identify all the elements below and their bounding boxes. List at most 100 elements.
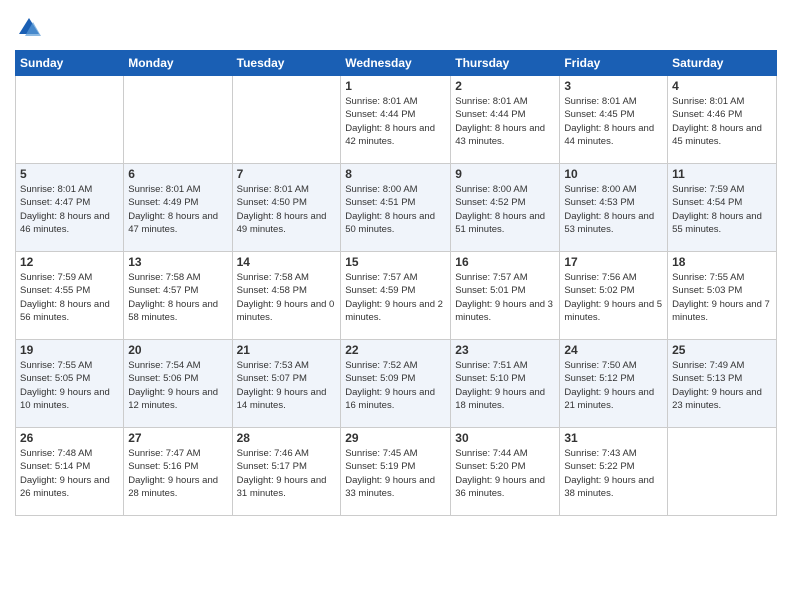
- day-cell: 18Sunrise: 7:55 AM Sunset: 5:03 PM Dayli…: [668, 252, 777, 340]
- day-header-friday: Friday: [560, 51, 668, 76]
- day-cell: 9 Sunrise: 8:00 AM Sunset: 4:52 PM Daylig…: [451, 164, 560, 252]
- day-cell: 28 Sunrise: 7:46 AM Sunset: 5:17 PM Dayli…: [232, 428, 341, 516]
- week-row-1: 1 Sunrise: 8:01 AM Sunset: 4:44 PM Daylig…: [16, 76, 777, 164]
- day-cell: 19 Sunrise: 7:55 AM Sunset: 5:05 PM Dayli…: [16, 340, 124, 428]
- day-cell: 14Sunrise: 7:58 AM Sunset: 4:58 PM Dayli…: [232, 252, 341, 340]
- day-header-monday: Monday: [124, 51, 232, 76]
- day-cell: 1 Sunrise: 8:01 AM Sunset: 4:44 PM Daylig…: [341, 76, 451, 164]
- day-cell: 26 Sunrise: 7:48 AM Sunset: 5:14 PM Dayli…: [16, 428, 124, 516]
- day-header-sunday: Sunday: [16, 51, 124, 76]
- day-cell: 2 Sunrise: 8:01 AM Sunset: 4:44 PM Daylig…: [451, 76, 560, 164]
- day-cell: [668, 428, 777, 516]
- day-number: 1: [345, 79, 446, 93]
- day-number: 9: [455, 167, 555, 181]
- day-info: Sunrise: 8:01 AM Sunset: 4:44 PM Dayligh…: [345, 95, 446, 148]
- day-info: Sunrise: 7:56 AM Sunset: 5:02 PM Dayligh…: [564, 271, 663, 324]
- day-number: 7: [237, 167, 337, 181]
- day-number: 26: [20, 431, 119, 445]
- day-number: 31: [564, 431, 663, 445]
- day-number: 5: [20, 167, 119, 181]
- day-info: Sunrise: 7:46 AM Sunset: 5:17 PM Dayligh…: [237, 447, 337, 500]
- day-cell: 13 Sunrise: 7:58 AM Sunset: 4:57 PM Dayli…: [124, 252, 232, 340]
- day-number: 2: [455, 79, 555, 93]
- day-cell: 10 Sunrise: 8:00 AM Sunset: 4:53 PM Dayli…: [560, 164, 668, 252]
- day-info: Sunrise: 7:51 AM Sunset: 5:10 PM Dayligh…: [455, 359, 555, 412]
- week-row-2: 5 Sunrise: 8:01 AM Sunset: 4:47 PM Daylig…: [16, 164, 777, 252]
- day-cell: 4 Sunrise: 8:01 AM Sunset: 4:46 PM Daylig…: [668, 76, 777, 164]
- day-info: Sunrise: 7:50 AM Sunset: 5:12 PM Dayligh…: [564, 359, 663, 412]
- day-number: 10: [564, 167, 663, 181]
- day-number: 8: [345, 167, 446, 181]
- day-number: 28: [237, 431, 337, 445]
- day-cell: 11 Sunrise: 7:59 AM Sunset: 4:54 PM Dayli…: [668, 164, 777, 252]
- day-info: Sunrise: 7:44 AM Sunset: 5:20 PM Dayligh…: [455, 447, 555, 500]
- week-row-3: 12Sunrise: 7:59 AM Sunset: 4:55 PM Dayli…: [16, 252, 777, 340]
- day-cell: 7 Sunrise: 8:01 AM Sunset: 4:50 PM Daylig…: [232, 164, 341, 252]
- day-cell: 6Sunrise: 8:01 AM Sunset: 4:49 PM Daylig…: [124, 164, 232, 252]
- day-header-thursday: Thursday: [451, 51, 560, 76]
- day-number: 23: [455, 343, 555, 357]
- day-number: 27: [128, 431, 227, 445]
- day-info: Sunrise: 8:01 AM Sunset: 4:47 PM Dayligh…: [20, 183, 119, 236]
- calendar-container: SundayMondayTuesdayWednesdayThursdayFrid…: [0, 0, 792, 531]
- day-number: 17: [564, 255, 663, 269]
- calendar-body: 1 Sunrise: 8:01 AM Sunset: 4:44 PM Daylig…: [16, 76, 777, 516]
- day-info: Sunrise: 7:55 AM Sunset: 5:05 PM Dayligh…: [20, 359, 119, 412]
- day-info: Sunrise: 7:59 AM Sunset: 4:54 PM Dayligh…: [672, 183, 772, 236]
- logo-icon: [15, 14, 43, 42]
- calendar-table: SundayMondayTuesdayWednesdayThursdayFrid…: [15, 50, 777, 516]
- day-cell: 23 Sunrise: 7:51 AM Sunset: 5:10 PM Dayli…: [451, 340, 560, 428]
- day-header-saturday: Saturday: [668, 51, 777, 76]
- day-info: Sunrise: 7:57 AM Sunset: 5:01 PM Dayligh…: [455, 271, 555, 324]
- day-number: 3: [564, 79, 663, 93]
- day-number: 25: [672, 343, 772, 357]
- day-info: Sunrise: 8:01 AM Sunset: 4:45 PM Dayligh…: [564, 95, 663, 148]
- day-info: Sunrise: 7:45 AM Sunset: 5:19 PM Dayligh…: [345, 447, 446, 500]
- day-number: 21: [237, 343, 337, 357]
- day-number: 4: [672, 79, 772, 93]
- day-cell: 29Sunrise: 7:45 AM Sunset: 5:19 PM Dayli…: [341, 428, 451, 516]
- day-header-tuesday: Tuesday: [232, 51, 341, 76]
- day-info: Sunrise: 8:00 AM Sunset: 4:51 PM Dayligh…: [345, 183, 446, 236]
- day-cell: 30 Sunrise: 7:44 AM Sunset: 5:20 PM Dayli…: [451, 428, 560, 516]
- day-cell: 24 Sunrise: 7:50 AM Sunset: 5:12 PM Dayli…: [560, 340, 668, 428]
- day-number: 30: [455, 431, 555, 445]
- day-number: 13: [128, 255, 227, 269]
- day-number: 24: [564, 343, 663, 357]
- day-cell: 5 Sunrise: 8:01 AM Sunset: 4:47 PM Daylig…: [16, 164, 124, 252]
- day-number: 12: [20, 255, 119, 269]
- day-info: Sunrise: 8:00 AM Sunset: 4:52 PM Dayligh…: [455, 183, 555, 236]
- day-cell: 17 Sunrise: 7:56 AM Sunset: 5:02 PM Dayli…: [560, 252, 668, 340]
- day-cell: 3 Sunrise: 8:01 AM Sunset: 4:45 PM Daylig…: [560, 76, 668, 164]
- day-info: Sunrise: 8:01 AM Sunset: 4:50 PM Dayligh…: [237, 183, 337, 236]
- day-cell: 20Sunrise: 7:54 AM Sunset: 5:06 PM Dayli…: [124, 340, 232, 428]
- header: [15, 10, 777, 42]
- day-cell: [232, 76, 341, 164]
- day-number: 6: [128, 167, 227, 181]
- days-header-row: SundayMondayTuesdayWednesdayThursdayFrid…: [16, 51, 777, 76]
- day-cell: 31 Sunrise: 7:43 AM Sunset: 5:22 PM Dayli…: [560, 428, 668, 516]
- day-info: Sunrise: 7:54 AM Sunset: 5:06 PM Dayligh…: [128, 359, 227, 412]
- day-info: Sunrise: 7:53 AM Sunset: 5:07 PM Dayligh…: [237, 359, 337, 412]
- week-row-5: 26 Sunrise: 7:48 AM Sunset: 5:14 PM Dayli…: [16, 428, 777, 516]
- day-cell: 8 Sunrise: 8:00 AM Sunset: 4:51 PM Daylig…: [341, 164, 451, 252]
- day-info: Sunrise: 7:58 AM Sunset: 4:58 PM Dayligh…: [237, 271, 337, 324]
- day-info: Sunrise: 7:47 AM Sunset: 5:16 PM Dayligh…: [128, 447, 227, 500]
- day-number: 11: [672, 167, 772, 181]
- day-info: Sunrise: 7:58 AM Sunset: 4:57 PM Dayligh…: [128, 271, 227, 324]
- day-cell: 21 Sunrise: 7:53 AM Sunset: 5:07 PM Dayli…: [232, 340, 341, 428]
- day-cell: 15Sunrise: 7:57 AM Sunset: 4:59 PM Dayli…: [341, 252, 451, 340]
- day-number: 15: [345, 255, 446, 269]
- day-info: Sunrise: 7:48 AM Sunset: 5:14 PM Dayligh…: [20, 447, 119, 500]
- day-cell: 27 Sunrise: 7:47 AM Sunset: 5:16 PM Dayli…: [124, 428, 232, 516]
- day-info: Sunrise: 8:01 AM Sunset: 4:46 PM Dayligh…: [672, 95, 772, 148]
- day-info: Sunrise: 7:55 AM Sunset: 5:03 PM Dayligh…: [672, 271, 772, 324]
- day-info: Sunrise: 8:01 AM Sunset: 4:44 PM Dayligh…: [455, 95, 555, 148]
- day-info: Sunrise: 7:52 AM Sunset: 5:09 PM Dayligh…: [345, 359, 446, 412]
- day-number: 19: [20, 343, 119, 357]
- day-info: Sunrise: 7:43 AM Sunset: 5:22 PM Dayligh…: [564, 447, 663, 500]
- day-cell: 12Sunrise: 7:59 AM Sunset: 4:55 PM Dayli…: [16, 252, 124, 340]
- logo: [15, 14, 47, 42]
- day-info: Sunrise: 8:00 AM Sunset: 4:53 PM Dayligh…: [564, 183, 663, 236]
- week-row-4: 19 Sunrise: 7:55 AM Sunset: 5:05 PM Dayli…: [16, 340, 777, 428]
